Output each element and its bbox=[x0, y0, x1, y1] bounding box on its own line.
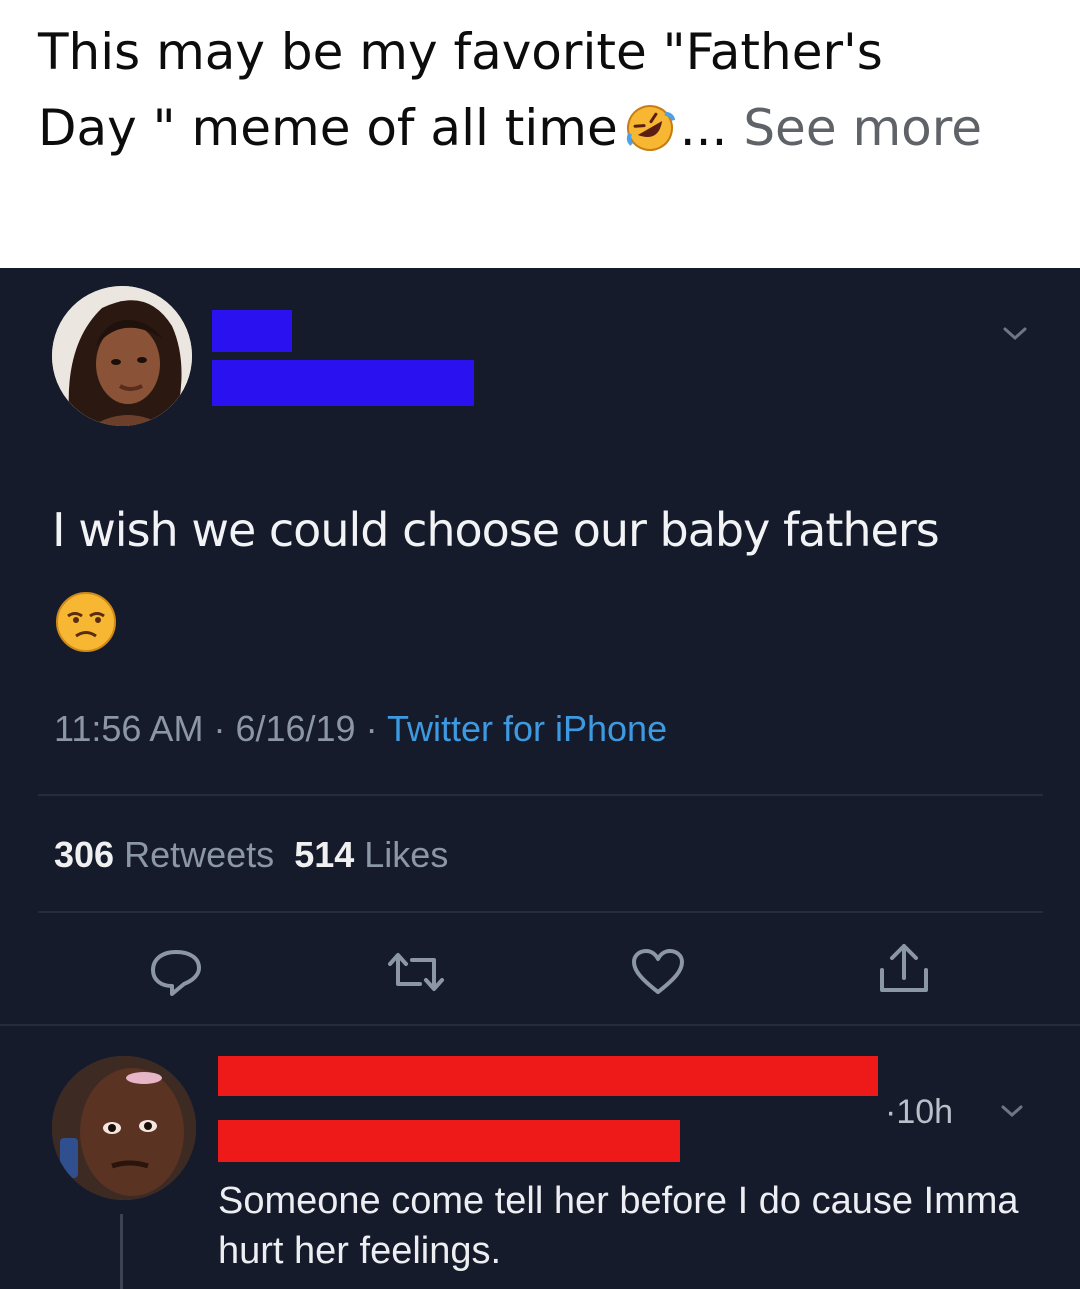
caption-line-2: Day " meme of all time bbox=[38, 99, 618, 157]
retweets-label[interactable]: Retweets bbox=[124, 834, 274, 875]
likes-count[interactable]: 514 bbox=[294, 834, 354, 875]
rolling-on-floor-laughing-icon bbox=[620, 100, 680, 176]
see-more-link[interactable]: See more bbox=[743, 99, 982, 157]
meta-separator: · bbox=[213, 708, 226, 749]
redacted-display-name bbox=[212, 310, 292, 352]
tweet-metadata: 11:56 AM · 6/16/19 · Twitter for iPhone bbox=[54, 708, 667, 750]
redacted-username bbox=[212, 360, 474, 406]
chevron-down-icon[interactable] bbox=[1000, 1104, 1024, 1123]
meta-separator: · bbox=[365, 708, 378, 749]
reply-age: ·10h bbox=[885, 1093, 954, 1131]
tweet-text: I wish we could choose our baby fathers bbox=[52, 503, 940, 557]
tweet-source-link[interactable]: Twitter for iPhone bbox=[387, 708, 667, 749]
unamused-face-icon bbox=[54, 590, 118, 659]
caption-line-1: This may be my favorite "Father's bbox=[38, 23, 883, 81]
tweet-date: 6/16/19 bbox=[235, 708, 356, 749]
like-icon[interactable] bbox=[630, 948, 686, 1001]
post-caption: This may be my favorite "Father's Day " … bbox=[38, 14, 1038, 176]
retweet-icon[interactable] bbox=[384, 950, 448, 999]
reply-text: Someone come tell her before I do cause … bbox=[218, 1180, 1019, 1272]
tweet-time: 11:56 AM bbox=[54, 708, 204, 749]
divider bbox=[38, 911, 1043, 913]
chevron-down-icon[interactable] bbox=[1002, 326, 1028, 347]
thread-line bbox=[120, 1214, 123, 1289]
reply-icon[interactable] bbox=[148, 946, 204, 1003]
redacted-reply-name bbox=[218, 1056, 878, 1096]
redacted-reply-username bbox=[218, 1120, 680, 1162]
divider bbox=[38, 794, 1043, 796]
tweet-card: I wish we could choose our baby fathers … bbox=[0, 268, 1080, 1289]
tweet-stats: 306 Retweets 514 Likes bbox=[54, 834, 448, 876]
likes-label[interactable]: Likes bbox=[364, 834, 448, 875]
retweets-count[interactable]: 306 bbox=[54, 834, 114, 875]
divider bbox=[0, 1024, 1080, 1026]
share-icon[interactable] bbox=[876, 940, 932, 1001]
reply-avatar[interactable] bbox=[52, 1056, 196, 1200]
caption-ellipsis: ... bbox=[679, 99, 728, 157]
profile-avatar[interactable] bbox=[52, 286, 192, 426]
